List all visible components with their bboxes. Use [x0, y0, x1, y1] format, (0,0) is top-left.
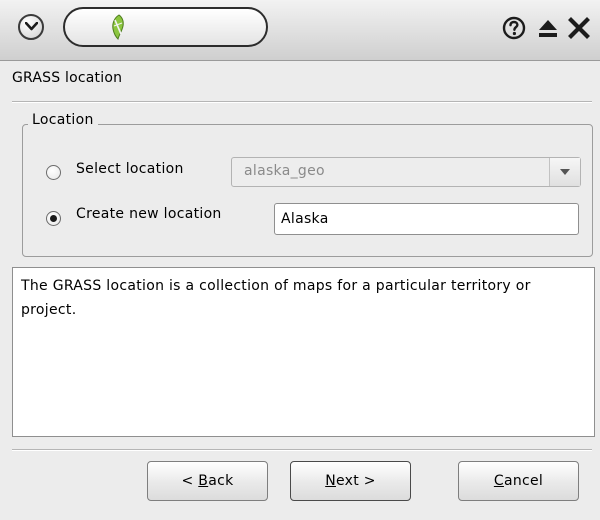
chevron-down-icon — [25, 22, 38, 31]
window-menu-button[interactable] — [18, 14, 44, 40]
wizard-window: GRASS location Location Select location … — [0, 0, 600, 520]
cancel-button[interactable]: Cancel — [458, 461, 579, 501]
back-button[interactable]: < Back — [147, 461, 268, 501]
create-location-label[interactable]: Create new location — [76, 206, 222, 222]
location-combobox[interactable]: alaska_geo — [231, 157, 581, 187]
cancel-button-label: ancel — [503, 473, 544, 489]
location-group-legend: Location — [28, 112, 98, 128]
create-location-radio[interactable] — [46, 211, 61, 226]
qgis-icon — [112, 14, 124, 40]
back-button-prefix: < — [181, 473, 199, 489]
page-title: GRASS location — [12, 70, 123, 86]
title-bar — [0, 0, 600, 61]
back-button-mnemonic: B — [198, 473, 209, 489]
next-button[interactable]: Next > — [290, 461, 411, 501]
description-textbox: The GRASS location is a collection of ma… — [12, 267, 595, 437]
cancel-button-mnemonic: C — [493, 473, 504, 489]
window-title-pill — [63, 7, 268, 47]
location-groupbox — [22, 124, 593, 257]
select-location-radio[interactable] — [46, 165, 61, 180]
combobox-dropdown-button[interactable] — [549, 158, 580, 186]
footer-divider — [12, 449, 592, 451]
chevron-down-icon — [560, 169, 570, 175]
header-divider — [12, 101, 592, 103]
select-location-label[interactable]: Select location — [76, 161, 184, 177]
new-location-name-input[interactable] — [274, 203, 579, 235]
help-icon[interactable] — [502, 16, 526, 40]
next-button-mnemonic: N — [325, 473, 336, 489]
shade-icon[interactable] — [536, 16, 560, 40]
close-icon[interactable] — [567, 16, 591, 40]
next-button-label: ext > — [335, 473, 376, 489]
back-button-label: ack — [208, 473, 234, 489]
location-combobox-value: alaska_geo — [244, 163, 325, 179]
